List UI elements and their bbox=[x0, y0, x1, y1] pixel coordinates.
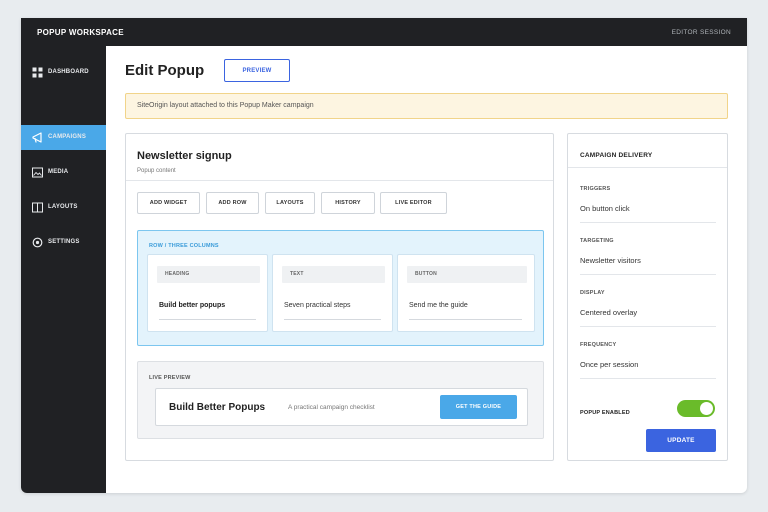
sidebar-item-dashboard[interactable]: DASHBOARD bbox=[21, 60, 106, 85]
app-window: POPUP WORKSPACE EDITOR SESSION DASHBOARD… bbox=[21, 18, 747, 493]
field-divider bbox=[580, 222, 716, 223]
popup-subtitle: A practical campaign checklist bbox=[288, 404, 375, 411]
card-subtitle: Popup content bbox=[137, 168, 176, 174]
page-title: Edit Popup bbox=[125, 62, 205, 79]
update-button[interactable]: UPDATE bbox=[646, 429, 716, 452]
sidebar-item-label: SETTINGS bbox=[48, 239, 80, 245]
heading-widget[interactable]: HEADING Build better popups bbox=[147, 254, 268, 332]
layout-row[interactable]: ROW / THREE COLUMNS HEADING Build better… bbox=[137, 230, 544, 346]
layouts-button[interactable]: LAYOUTS bbox=[265, 192, 315, 214]
app-title: POPUP WORKSPACE bbox=[37, 28, 124, 37]
display-value[interactable]: Centered overlay bbox=[580, 308, 637, 317]
add-widget-button[interactable]: ADD WIDGET bbox=[137, 192, 200, 214]
display-label: DISPLAY bbox=[580, 290, 605, 296]
triggers-label: TRIGGERS bbox=[580, 186, 611, 192]
targeting-label: TARGETING bbox=[580, 238, 614, 244]
targeting-value[interactable]: Newsletter visitors bbox=[580, 256, 641, 265]
sidebar-item-campaigns[interactable]: CAMPAIGNS bbox=[21, 125, 106, 150]
settings-icon bbox=[32, 237, 43, 248]
frequency-label: FREQUENCY bbox=[580, 342, 617, 348]
live-preview: LIVE PREVIEW Build Better Popups A pract… bbox=[137, 361, 544, 439]
field-divider bbox=[580, 378, 716, 379]
notice-banner: SiteOrigin layout attached to this Popup… bbox=[125, 93, 728, 119]
history-button[interactable]: HISTORY bbox=[321, 192, 375, 214]
text-widget[interactable]: TEXT Seven practical steps bbox=[272, 254, 393, 332]
triggers-value[interactable]: On button click bbox=[580, 204, 630, 213]
top-bar: POPUP WORKSPACE EDITOR SESSION bbox=[21, 18, 747, 46]
widget-divider bbox=[284, 319, 381, 320]
delivery-panel: CAMPAIGN DELIVERY TRIGGERS On button cli… bbox=[567, 133, 728, 461]
button-widget[interactable]: BUTTON Send me the guide bbox=[397, 254, 535, 332]
frequency-value[interactable]: Once per session bbox=[580, 360, 638, 369]
live-editor-button[interactable]: LIVE EDITOR bbox=[380, 192, 447, 214]
widget-text: Send me the guide bbox=[409, 302, 468, 309]
popup-name: Newsletter signup bbox=[137, 150, 232, 162]
preview-popup: Build Better Popups A practical campaign… bbox=[155, 388, 528, 426]
widget-divider bbox=[409, 319, 522, 320]
sidebar-item-layouts[interactable]: LAYOUTS bbox=[21, 195, 106, 220]
preview-button[interactable]: PREVIEW bbox=[224, 59, 290, 82]
divider bbox=[568, 167, 727, 168]
row-label: ROW / THREE COLUMNS bbox=[149, 243, 219, 249]
add-row-button[interactable]: ADD ROW bbox=[206, 192, 259, 214]
popup-enabled-label: POPUP ENABLED bbox=[580, 410, 630, 416]
megaphone-icon bbox=[32, 132, 42, 143]
sidebar-item-label: DASHBOARD bbox=[48, 69, 89, 75]
panel-title: CAMPAIGN DELIVERY bbox=[580, 152, 653, 159]
session-label: EDITOR SESSION bbox=[671, 29, 731, 36]
popup-enabled-toggle[interactable] bbox=[677, 400, 715, 417]
divider bbox=[126, 180, 553, 181]
widget-tag: TEXT bbox=[282, 266, 385, 283]
widget-text: Build better popups bbox=[159, 302, 226, 309]
columns-icon bbox=[32, 202, 43, 213]
sidebar-item-label: CAMPAIGNS bbox=[48, 134, 87, 140]
get-guide-button[interactable]: GET THE GUIDE bbox=[440, 395, 517, 419]
sidebar-item-label: MEDIA bbox=[48, 169, 69, 175]
live-preview-label: LIVE PREVIEW bbox=[149, 375, 191, 381]
widget-divider bbox=[159, 319, 256, 320]
sidebar: DASHBOARD CAMPAIGNS MEDIA LAYOUTS SETTIN… bbox=[21, 46, 106, 493]
sidebar-item-settings[interactable]: SETTINGS bbox=[21, 230, 106, 255]
widget-tag: HEADING bbox=[157, 266, 260, 283]
sidebar-item-media[interactable]: MEDIA bbox=[21, 160, 106, 185]
toggle-knob bbox=[700, 402, 713, 415]
field-divider bbox=[580, 274, 716, 275]
widget-tag: BUTTON bbox=[407, 266, 527, 283]
editor-card: Newsletter signup Popup content ADD WIDG… bbox=[125, 133, 554, 461]
widget-text: Seven practical steps bbox=[284, 302, 351, 309]
grid-icon bbox=[32, 67, 43, 78]
image-icon bbox=[32, 167, 43, 178]
sidebar-item-label: LAYOUTS bbox=[48, 204, 78, 210]
field-divider bbox=[580, 326, 716, 327]
popup-title: Build Better Popups bbox=[169, 402, 266, 413]
